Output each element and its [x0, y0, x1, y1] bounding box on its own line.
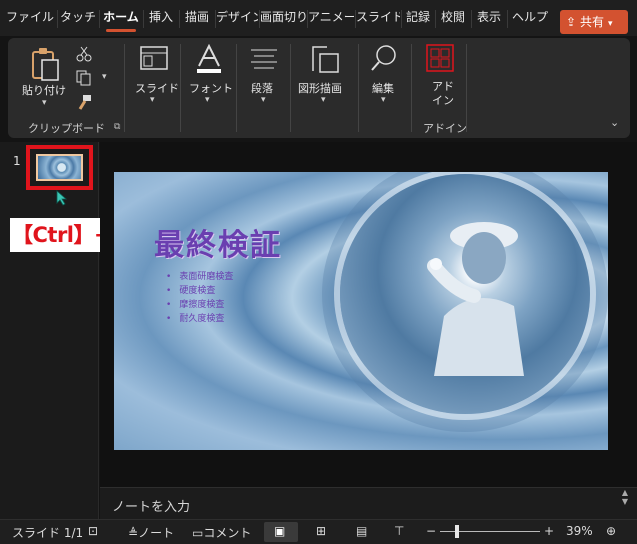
- tab-design[interactable]: デザイン: [216, 0, 258, 36]
- group-separator: [411, 44, 412, 132]
- share-icon: ⇪: [566, 15, 577, 29]
- slides-label[interactable]: スライド: [135, 80, 179, 96]
- editing-label[interactable]: 編集: [372, 80, 394, 96]
- zoom-out-icon[interactable]: −: [426, 524, 436, 538]
- tab-file[interactable]: ファイル: [4, 0, 56, 36]
- collapse-ribbon-icon[interactable]: ⌄: [610, 116, 619, 129]
- accessibility-icon[interactable]: ⊡: [88, 524, 98, 538]
- normal-view-icon: ▣: [274, 524, 286, 538]
- paragraph-icon[interactable]: [250, 48, 278, 70]
- slide-thumbnail[interactable]: [36, 154, 83, 181]
- share-label: 共有: [580, 15, 605, 29]
- addins-icon[interactable]: [426, 44, 454, 72]
- tab-home[interactable]: ホーム: [100, 0, 142, 36]
- slide-sorter-icon[interactable]: ⊞: [316, 524, 326, 538]
- chevron-down-icon[interactable]: ▾: [42, 98, 47, 108]
- comments-button[interactable]: ▭コメント: [192, 524, 251, 541]
- paste-label[interactable]: 貼り付け: [22, 82, 66, 98]
- addins-label[interactable]: アド イン: [432, 80, 454, 108]
- chevron-down-icon[interactable]: ▾: [321, 95, 326, 105]
- slide-number: 1: [13, 154, 21, 168]
- normal-view-button[interactable]: ▣: [264, 522, 298, 542]
- cut-icon[interactable]: [76, 46, 92, 62]
- group-separator: [466, 44, 467, 132]
- shapes-icon[interactable]: [310, 44, 340, 74]
- list-item: 硬度検査: [166, 284, 233, 298]
- notes-pane[interactable]: ノートを入力: [100, 487, 637, 519]
- tab-review[interactable]: 校閲: [436, 0, 470, 36]
- group-separator: [236, 44, 237, 132]
- find-icon[interactable]: [370, 44, 398, 72]
- tab-touch[interactable]: タッチ: [58, 0, 98, 36]
- ribbon: 貼り付け ▾ ▾ クリップボード ⧉ スライド ▾ フォント ▾ 段落 ▾ 図形…: [8, 38, 630, 138]
- paste-icon[interactable]: [30, 46, 62, 82]
- inspector-photo: [427, 222, 524, 376]
- slide-bullet-list[interactable]: 表面研磨検査 硬度検査 摩擦度検査 耐久度検査: [166, 270, 233, 326]
- tab-view[interactable]: 表示: [472, 0, 506, 36]
- tab-help[interactable]: ヘルプ: [508, 0, 552, 36]
- drawing-label[interactable]: 図形描画: [298, 80, 342, 96]
- fit-to-window-icon[interactable]: ⊕: [606, 524, 616, 538]
- notes-icon: ≜: [128, 526, 139, 540]
- tab-animations[interactable]: アニメーション: [308, 0, 354, 36]
- paragraph-label[interactable]: 段落: [251, 80, 273, 96]
- group-separator: [124, 44, 125, 132]
- list-item: 摩擦度検査: [166, 298, 233, 312]
- group-separator: [358, 44, 359, 132]
- font-label[interactable]: フォント: [189, 80, 233, 96]
- slideshow-icon[interactable]: ⊤: [394, 524, 404, 538]
- clipboard-group-label: クリップボード: [28, 122, 105, 135]
- slide-canvas[interactable]: 最終検証 表面研磨検査 硬度検査 摩擦度検査 耐久度検査: [114, 172, 608, 450]
- format-painter-icon[interactable]: [76, 94, 92, 110]
- zoom-slider-thumb[interactable]: [455, 525, 459, 538]
- group-separator: [290, 44, 291, 132]
- slide-count: スライド 1/1: [12, 526, 84, 540]
- list-item: 表面研磨検査: [166, 270, 233, 284]
- tab-slideshow[interactable]: スライド: [356, 0, 400, 36]
- chevron-down-icon[interactable]: ▾: [381, 95, 386, 105]
- tab-insert[interactable]: 挿入: [144, 0, 178, 36]
- mouse-cursor-icon: [56, 190, 68, 206]
- notes-button[interactable]: ≜ノート: [128, 524, 174, 541]
- reading-view-icon[interactable]: ▤: [356, 524, 367, 538]
- slide-title[interactable]: 最終検証: [154, 220, 282, 264]
- list-item: 耐久度検査: [166, 312, 233, 326]
- chevron-down-icon[interactable]: ▾: [150, 95, 155, 105]
- ribbon-tab-bar: ファイル タッチ ホーム 挿入 描画 デザイン 画面切り替え アニメーション ス…: [0, 0, 637, 36]
- tab-record[interactable]: 記録: [402, 0, 434, 36]
- share-button[interactable]: ⇪ 共有 ▾: [560, 10, 628, 34]
- notes-button-label: ノート: [138, 526, 175, 540]
- zoom-in-icon[interactable]: +: [544, 524, 554, 538]
- chevron-down-icon[interactable]: ▾: [261, 95, 266, 105]
- notes-placeholder[interactable]: ノートを入力: [112, 496, 190, 515]
- chevron-down-icon[interactable]: ▾: [102, 72, 107, 82]
- comments-button-label: コメント: [203, 526, 252, 540]
- font-icon[interactable]: [195, 44, 223, 74]
- group-separator: [180, 44, 181, 132]
- chevron-down-icon[interactable]: ▾: [205, 95, 210, 105]
- tab-transitions[interactable]: 画面切り替え: [260, 0, 306, 36]
- addins-group-label: アドイン: [423, 122, 467, 135]
- zoom-level[interactable]: 39%: [566, 524, 593, 538]
- dialog-launcher-icon[interactable]: ⧉: [114, 122, 120, 132]
- scroll-arrows-icon[interactable]: ▲ ▼: [618, 488, 632, 516]
- chevron-down-icon: ▾: [608, 19, 613, 29]
- comment-icon: ▭: [192, 526, 204, 540]
- tab-draw[interactable]: 描画: [180, 0, 214, 36]
- copy-icon[interactable]: [76, 70, 92, 86]
- new-slide-icon[interactable]: [140, 46, 168, 72]
- status-bar: スライド 1/1 ⊡ ≜ノート ▭コメント ⊞ ▤ ⊤ − + 39% ⊕: [0, 519, 637, 544]
- slide-thumbnail-pane: [0, 142, 99, 519]
